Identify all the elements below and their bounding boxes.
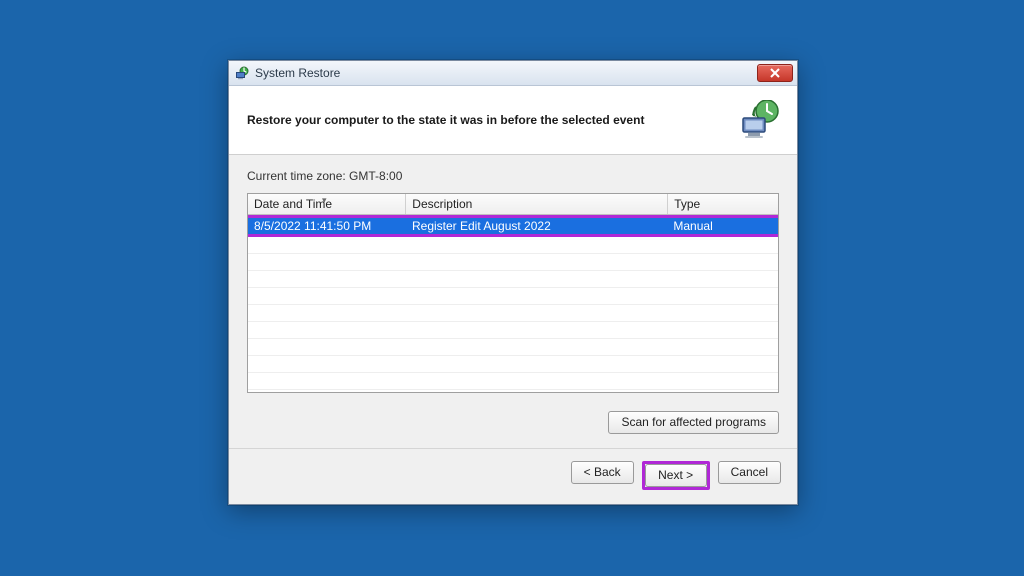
cancel-button[interactable]: Cancel — [718, 461, 781, 484]
close-icon — [769, 68, 781, 78]
table-row — [248, 339, 778, 356]
highlight-annotation: Next > — [642, 461, 710, 490]
system-restore-dialog: System Restore Restore your computer to … — [228, 60, 798, 505]
table-row — [248, 373, 778, 390]
titlebar[interactable]: System Restore — [229, 61, 797, 86]
scan-row: Scan for affected programs — [229, 397, 797, 444]
restore-points-table[interactable]: Date and Time ▾ Description Type 8/5/202… — [247, 193, 779, 393]
scan-affected-programs-button[interactable]: Scan for affected programs — [608, 411, 779, 434]
sort-indicator-icon: ▾ — [322, 195, 327, 206]
column-type[interactable]: Type — [668, 194, 778, 214]
system-restore-icon — [235, 66, 249, 80]
column-description[interactable]: Description — [406, 194, 668, 214]
column-date-time[interactable]: Date and Time ▾ — [248, 194, 406, 214]
table-row — [248, 305, 778, 322]
page-title: Restore your computer to the state it wa… — [247, 113, 739, 127]
table-row[interactable]: 8/5/2022 11:41:50 PM Register Edit Augus… — [248, 218, 778, 234]
table-header[interactable]: Date and Time ▾ Description Type — [248, 194, 778, 215]
table-row — [248, 271, 778, 288]
cell-datetime: 8/5/2022 11:41:50 PM — [248, 218, 406, 234]
dialog-body: Current time zone: GMT-8:00 Date and Tim… — [229, 155, 797, 397]
table-row — [248, 254, 778, 271]
table-row — [248, 237, 778, 254]
header-banner: Restore your computer to the state it wa… — [229, 86, 797, 155]
close-button[interactable] — [757, 64, 793, 82]
window-title: System Restore — [255, 66, 757, 80]
next-button[interactable]: Next > — [645, 464, 707, 487]
column-label: Date and Time — [254, 197, 332, 211]
table-row — [248, 288, 778, 305]
restore-point-icon — [739, 100, 781, 140]
cell-type: Manual — [667, 218, 778, 234]
back-button[interactable]: < Back — [571, 461, 634, 484]
table-row — [248, 322, 778, 339]
timezone-label: Current time zone: GMT-8:00 — [247, 169, 779, 183]
cell-description: Register Edit August 2022 — [406, 218, 667, 234]
table-row — [248, 356, 778, 373]
footer-buttons: < Back Next > Cancel — [229, 449, 797, 504]
